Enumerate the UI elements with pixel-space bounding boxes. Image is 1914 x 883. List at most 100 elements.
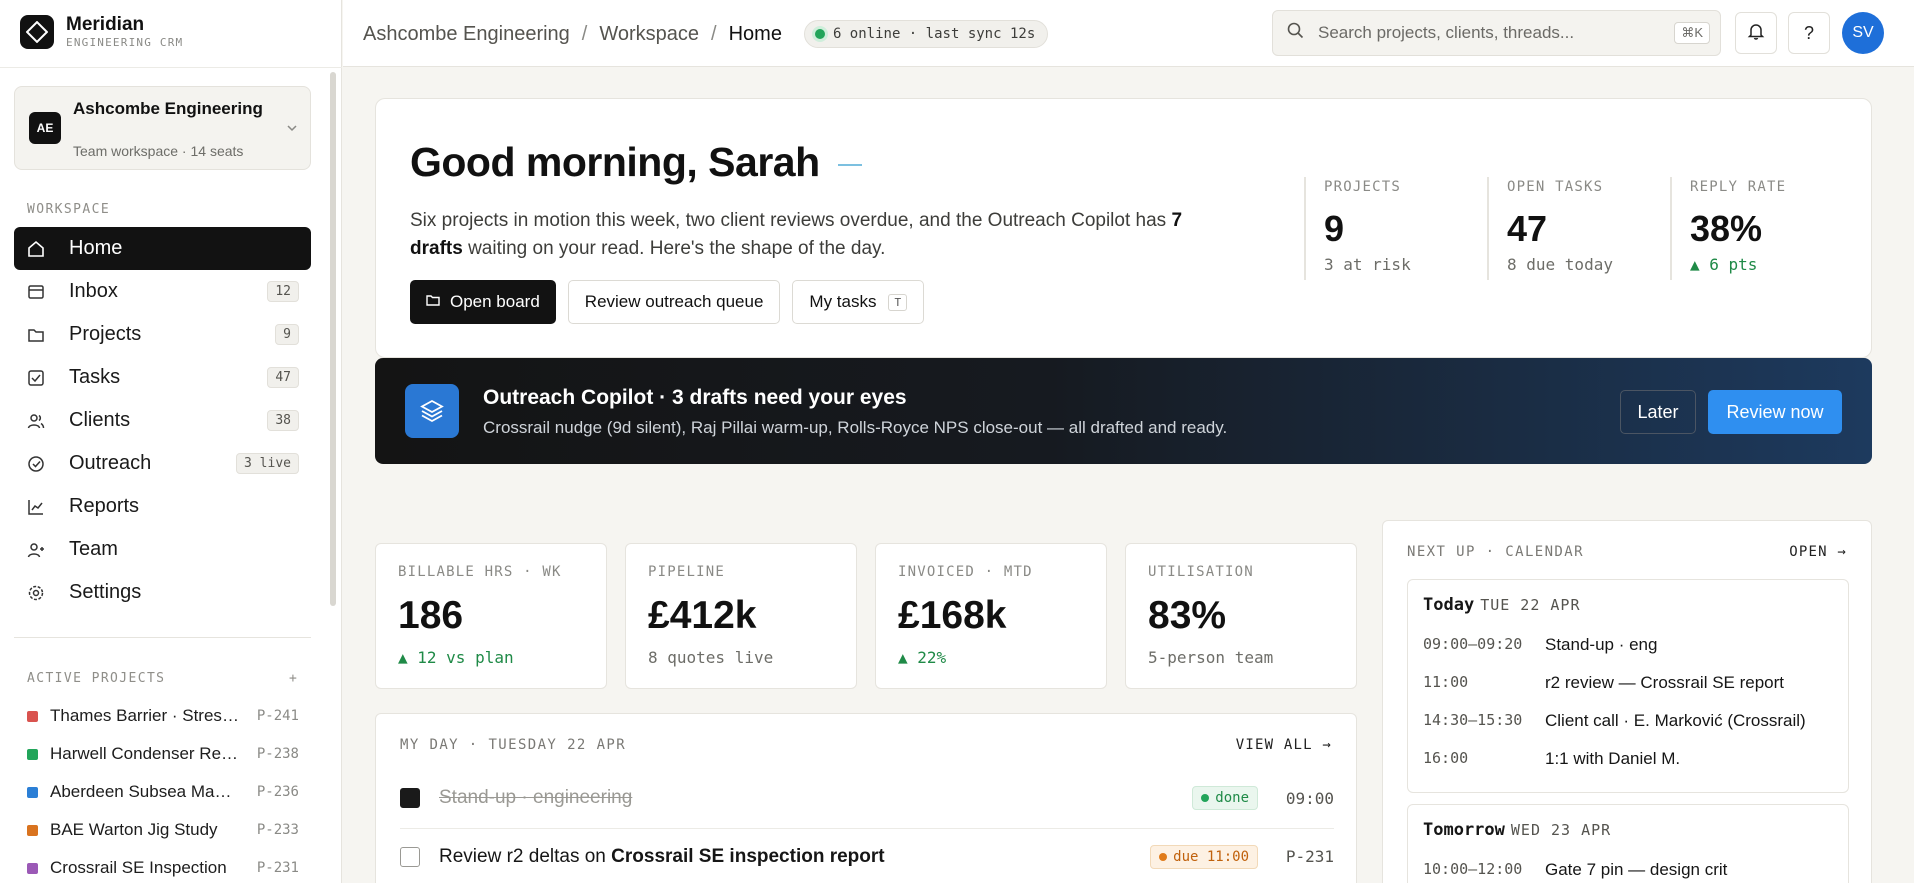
search-input[interactable]: Search projects, clients, threads... ⌘K bbox=[1272, 10, 1721, 56]
status-badge: due 11:00 bbox=[1150, 844, 1258, 869]
main-scrollbar[interactable] bbox=[1900, 67, 1914, 883]
stat-reply-rate[interactable]: REPLY RATE 38% ▲ 6 pts bbox=[1670, 177, 1853, 280]
sidebar-item-projects[interactable]: Projects 9 bbox=[14, 313, 311, 356]
project-list: Thames Barrier · Stress test P-241 Harwe… bbox=[27, 697, 299, 883]
copilot-title: Outreach Copilot · 3 drafts need your ey… bbox=[483, 386, 907, 409]
view-all-link[interactable]: VIEW ALL → bbox=[1236, 737, 1332, 753]
help-button[interactable]: ? bbox=[1788, 12, 1830, 54]
online-dot-icon bbox=[814, 29, 825, 39]
calendar-event[interactable]: 11:00 r2 review — Crossrail SE report bbox=[1423, 673, 1784, 693]
sidebar-item-label: Tasks bbox=[69, 366, 121, 388]
breadcrumb-separator: / bbox=[711, 22, 717, 45]
user-avatar[interactable]: SV bbox=[1842, 12, 1884, 54]
project-item[interactable]: Harwell Condenser Retrofit P-238 bbox=[27, 735, 299, 773]
hero-stats: PROJECTS 9 3 at risk OPEN TASKS 47 8 due… bbox=[1304, 177, 1853, 280]
kpi-pipeline[interactable]: PIPELINE £412k 8 quotes live bbox=[625, 543, 857, 689]
bell-icon bbox=[1747, 22, 1765, 45]
review-queue-button[interactable]: Review outreach queue bbox=[567, 280, 781, 324]
search-icon bbox=[1287, 22, 1304, 44]
brand-name: Meridian bbox=[66, 14, 145, 35]
check-square-icon bbox=[26, 368, 46, 388]
kpi-utilisation[interactable]: UTILISATION 83% 5-person team bbox=[1125, 543, 1357, 689]
project-name: Thames Barrier · Stress test bbox=[50, 706, 240, 725]
stat-projects[interactable]: PROJECTS 9 3 at risk bbox=[1304, 177, 1487, 280]
sidebar: Meridian ENGINEERING CRM AE Ashcombe Eng… bbox=[0, 0, 342, 883]
task-row[interactable]: Review r2 deltas on Crossrail SE inspect… bbox=[400, 828, 1334, 883]
project-color-dot bbox=[27, 710, 38, 722]
folder-icon bbox=[26, 325, 46, 345]
brand-subtitle: ENGINEERING CRM bbox=[66, 36, 184, 49]
calendar-panel: NEXT UP · CALENDAR OPEN → Today TUE 22 AP… bbox=[1382, 520, 1872, 883]
calendar-event[interactable]: 09:00–09:20 Stand-up · eng bbox=[1423, 635, 1657, 655]
copilot-description: Crossrail nudge (9d silent), Raj Pillai … bbox=[483, 418, 1228, 437]
search-placeholder: Search projects, clients, threads... bbox=[1318, 23, 1575, 42]
panel-title: MY DAY · TUESDAY 22 APR bbox=[400, 737, 627, 753]
sidebar-item-clients[interactable]: Clients 38 bbox=[14, 399, 311, 442]
later-button[interactable]: Later bbox=[1620, 390, 1696, 434]
sync-status-text: 6 online · last sync 12s bbox=[832, 26, 1036, 42]
count-badge: 47 bbox=[267, 367, 299, 388]
breadcrumb-separator: / bbox=[581, 22, 588, 45]
chevron-down-icon bbox=[286, 121, 298, 139]
open-board-button[interactable]: Open board bbox=[410, 280, 556, 324]
kpi-invoiced[interactable]: INVOICED · MTD £168k ▲ 22% bbox=[875, 543, 1107, 689]
breadcrumb-current: Home bbox=[728, 22, 782, 45]
notifications-button[interactable] bbox=[1735, 12, 1777, 54]
sidebar-item-label: Reports bbox=[69, 495, 140, 517]
task-checkbox[interactable] bbox=[400, 788, 420, 808]
sidebar-item-label: Team bbox=[69, 538, 118, 560]
sidebar-item-label: Home bbox=[69, 237, 123, 259]
outreach-copilot-banner: Outreach Copilot · 3 drafts need your ey… bbox=[375, 358, 1872, 464]
sidebar-item-label: Settings bbox=[69, 581, 142, 603]
day-heading: Tomorrow WED 23 APR bbox=[1423, 820, 1612, 840]
project-code: P-241 bbox=[256, 708, 299, 724]
task-row[interactable]: Stand-up · engineering done 09:00 bbox=[400, 770, 1334, 826]
workspace-switcher[interactable]: AE Ashcombe Engineering Team workspace ·… bbox=[14, 86, 311, 170]
brand[interactable]: Meridian ENGINEERING CRM bbox=[20, 14, 183, 50]
sidebar-scrollbar[interactable] bbox=[330, 72, 336, 606]
inbox-icon bbox=[26, 282, 46, 302]
my-tasks-button[interactable]: My tasks T bbox=[792, 280, 925, 324]
sidebar-item-reports[interactable]: Reports bbox=[14, 485, 311, 528]
sidebar-item-label: Inbox bbox=[69, 280, 118, 302]
stat-open-tasks[interactable]: OPEN TASKS 47 8 due today bbox=[1487, 177, 1670, 280]
hero-description: Six projects in motion this week, two cl… bbox=[410, 210, 1183, 259]
project-name: Harwell Condenser Retrofit bbox=[50, 744, 240, 763]
sidebar-nav: Home Inbox 12 Projects 9 Tasks 47 Client… bbox=[14, 227, 311, 614]
shortcut-hint: T bbox=[888, 293, 908, 311]
project-item[interactable]: BAE Warton Jig Study P-233 bbox=[27, 811, 299, 849]
open-calendar-link[interactable]: OPEN → bbox=[1789, 544, 1847, 560]
project-name: Crossrail SE Inspection bbox=[50, 858, 227, 877]
breadcrumb-item[interactable]: Ashcombe Engineering bbox=[363, 23, 570, 46]
project-code: P-236 bbox=[256, 784, 299, 800]
calendar-day-tomorrow: Tomorrow WED 23 APR 10:00–12:00 Gate 7 pin… bbox=[1407, 804, 1849, 883]
calendar-event[interactable]: 14:30–15:30 Client call · E. Marković (Cr… bbox=[1423, 711, 1806, 731]
project-color-dot bbox=[27, 862, 38, 874]
count-badge: 9 bbox=[275, 324, 299, 345]
add-project-button[interactable]: + bbox=[289, 671, 298, 686]
sidebar-item-inbox[interactable]: Inbox 12 bbox=[14, 270, 311, 313]
project-item[interactable]: Crossrail SE Inspection P-231 bbox=[27, 849, 299, 883]
project-item[interactable]: Thames Barrier · Stress test P-241 bbox=[27, 697, 299, 735]
project-code: P-238 bbox=[256, 746, 299, 762]
sidebar-item-team[interactable]: Team bbox=[14, 528, 311, 571]
check-circle-icon bbox=[26, 454, 46, 474]
sidebar-item-home[interactable]: Home bbox=[14, 227, 311, 270]
divider bbox=[14, 637, 311, 638]
sidebar-item-tasks[interactable]: Tasks 47 bbox=[14, 356, 311, 399]
sidebar-item-settings[interactable]: Settings bbox=[14, 571, 311, 614]
sync-status-pill: 6 online · last sync 12s bbox=[803, 20, 1049, 48]
divider bbox=[0, 67, 342, 68]
breadcrumb-item[interactable]: Workspace bbox=[599, 23, 699, 46]
project-name: Aberdeen Subsea Manifold bbox=[50, 782, 240, 801]
workspace-avatar: AE bbox=[29, 112, 61, 144]
sidebar-item-label: Outreach bbox=[69, 452, 152, 474]
calendar-event[interactable]: 10:00–12:00 Gate 7 pin — design crit bbox=[1423, 860, 1727, 880]
calendar-event[interactable]: 16:00 1:1 with Daniel M. bbox=[1423, 749, 1680, 769]
review-now-button[interactable]: Review now bbox=[1708, 390, 1842, 434]
task-checkbox[interactable] bbox=[400, 846, 420, 867]
sidebar-item-outreach[interactable]: Outreach 3 live bbox=[14, 442, 311, 485]
folder-icon bbox=[426, 292, 440, 312]
project-item[interactable]: Aberdeen Subsea Manifold P-236 bbox=[27, 773, 299, 811]
kpi-billable-hours[interactable]: BILLABLE HRS · WK 186 ▲ 12 vs plan bbox=[375, 543, 607, 689]
